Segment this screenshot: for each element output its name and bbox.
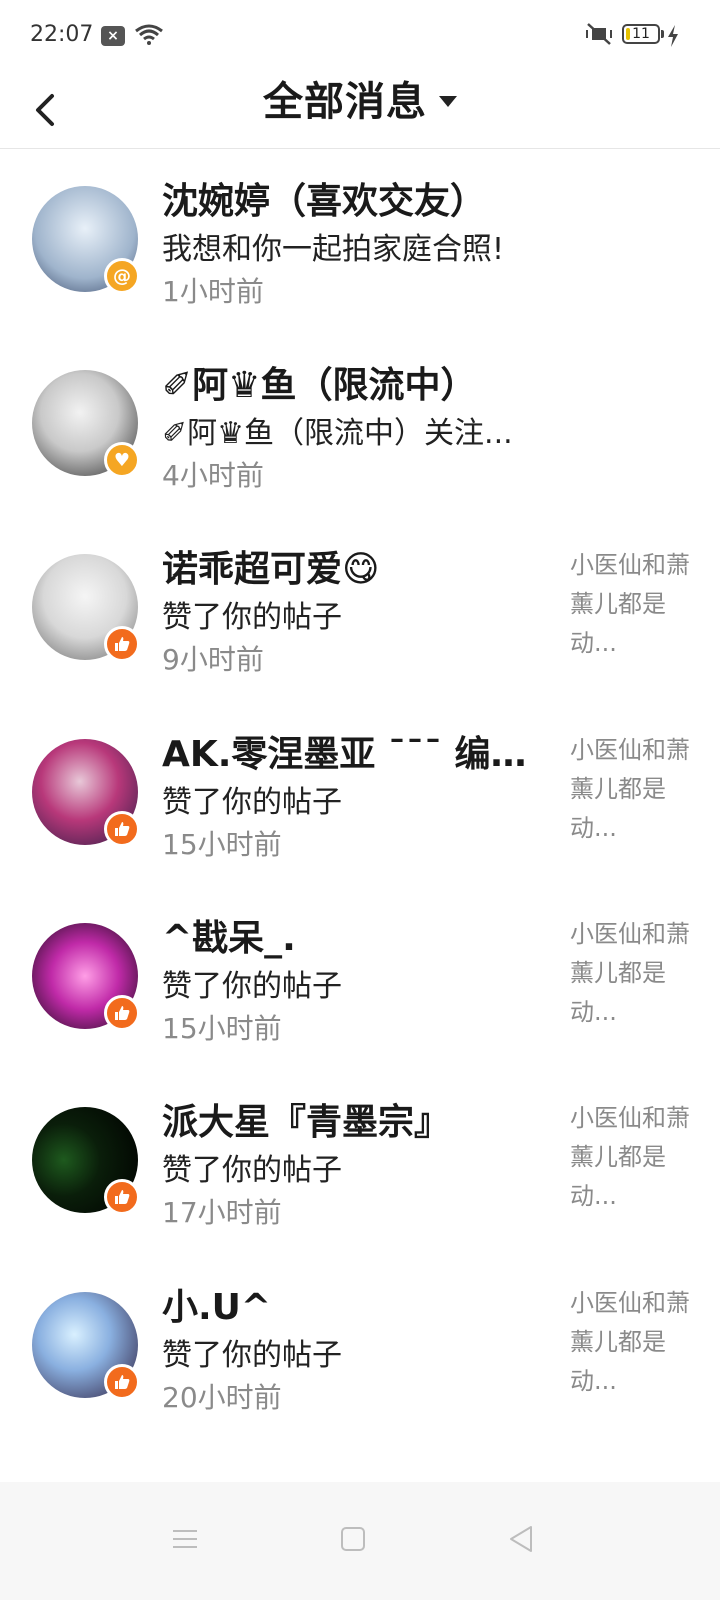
thumbs-up-icon: [104, 1364, 140, 1400]
page-title-text: 全部消息: [263, 79, 427, 125]
message-text: 我想和你一起拍家庭合照!: [162, 232, 505, 267]
sender-name[interactable]: ^戡呆_.: [162, 909, 552, 961]
header: 全部消息: [0, 72, 720, 149]
battery-level: 11: [632, 26, 650, 42]
caret-down-icon: [439, 96, 457, 107]
message-time: 9小时前: [162, 643, 264, 676]
message-item[interactable]: 诺乖超可爱😋 赞了你的帖子 9小时前 小医仙和萧薰儿都是动...: [0, 518, 720, 702]
app-close-icon: ×: [101, 26, 125, 46]
sender-name[interactable]: 诺乖超可爱😋: [162, 540, 552, 592]
thumbs-up-icon: [104, 626, 140, 662]
post-preview[interactable]: 小医仙和萧薰儿都是动...: [570, 546, 690, 664]
post-preview[interactable]: 小医仙和萧薰儿都是动...: [570, 731, 690, 849]
menu-icon[interactable]: [168, 1522, 202, 1556]
message-text: 赞了你的帖子: [162, 1153, 342, 1188]
status-bar: 22:07 × 11: [0, 0, 720, 72]
message-text: 赞了你的帖子: [162, 600, 342, 635]
sender-name[interactable]: 派大星『青墨宗』: [162, 1093, 552, 1145]
message-time: 20小时前: [162, 1381, 282, 1414]
message-time: 15小时前: [162, 828, 282, 861]
message-text: 赞了你的帖子: [162, 785, 342, 820]
message-time: 15小时前: [162, 1012, 282, 1045]
message-text: 赞了你的帖子: [162, 969, 342, 1004]
message-text: ✐阿♛鱼（限流中）关注...: [162, 416, 513, 451]
mute-icon: [586, 23, 612, 45]
message-item[interactable]: ♥ ✐阿♛鱼（限流中） ✐阿♛鱼（限流中）关注... 4小时前: [0, 334, 720, 518]
message-item[interactable]: @ 沈婉婷（喜欢交友） 我想和你一起拍家庭合照! 1小时前: [0, 150, 720, 334]
post-preview[interactable]: 小医仙和萧薰儿都是动...: [570, 1099, 690, 1217]
page-title[interactable]: 全部消息: [0, 72, 720, 138]
post-preview[interactable]: 小医仙和萧薰儿都是动...: [570, 1284, 690, 1402]
wifi-icon: [135, 24, 163, 45]
thumbs-up-icon: [104, 995, 140, 1031]
battery-cap: [661, 30, 664, 38]
message-text: 赞了你的帖子: [162, 1338, 342, 1373]
thumbs-up-icon: [104, 811, 140, 847]
message-item[interactable]: AK.零涅墨亚 ˉˉˉ 编辑组... 赞了你的帖子 15小时前 小医仙和萧薰儿都是动.…: [0, 703, 720, 887]
post-preview[interactable]: 小医仙和萧薰儿都是动...: [570, 915, 690, 1033]
message-item[interactable]: 小.U^ 赞了你的帖子 20小时前 小医仙和萧薰儿都是动...: [0, 1256, 720, 1440]
sender-name[interactable]: AK.零涅墨亚 ˉˉˉ 编辑组...: [162, 725, 552, 777]
message-time: 17小时前: [162, 1196, 282, 1229]
message-item[interactable]: 派大星『青墨宗』赞了你的帖子 17小时前 小医仙和萧薰儿都是动...: [0, 1071, 720, 1255]
navigation-bar: [0, 1482, 720, 1600]
message-time: 1小时前: [162, 275, 264, 308]
sender-name[interactable]: ✐阿♛鱼（限流中）: [162, 356, 682, 408]
at-icon: @: [104, 258, 140, 294]
sender-name[interactable]: 小.U^: [162, 1278, 552, 1330]
home-square-icon[interactable]: [336, 1522, 370, 1556]
status-time: 22:07: [30, 22, 94, 47]
message-time: 4小时前: [162, 459, 264, 492]
heart-icon: ♥: [104, 442, 140, 478]
back-triangle-icon[interactable]: [504, 1522, 538, 1556]
thumbs-up-icon: [104, 1179, 140, 1215]
charge-icon: [668, 25, 678, 47]
message-item[interactable]: ^戡呆_. 赞了你的帖子 15小时前 小医仙和萧薰儿都是动...: [0, 887, 720, 1071]
battery-icon: 11: [622, 24, 660, 44]
battery-level-fill: [626, 28, 630, 40]
sender-name[interactable]: 沈婉婷（喜欢交友）: [162, 172, 682, 224]
